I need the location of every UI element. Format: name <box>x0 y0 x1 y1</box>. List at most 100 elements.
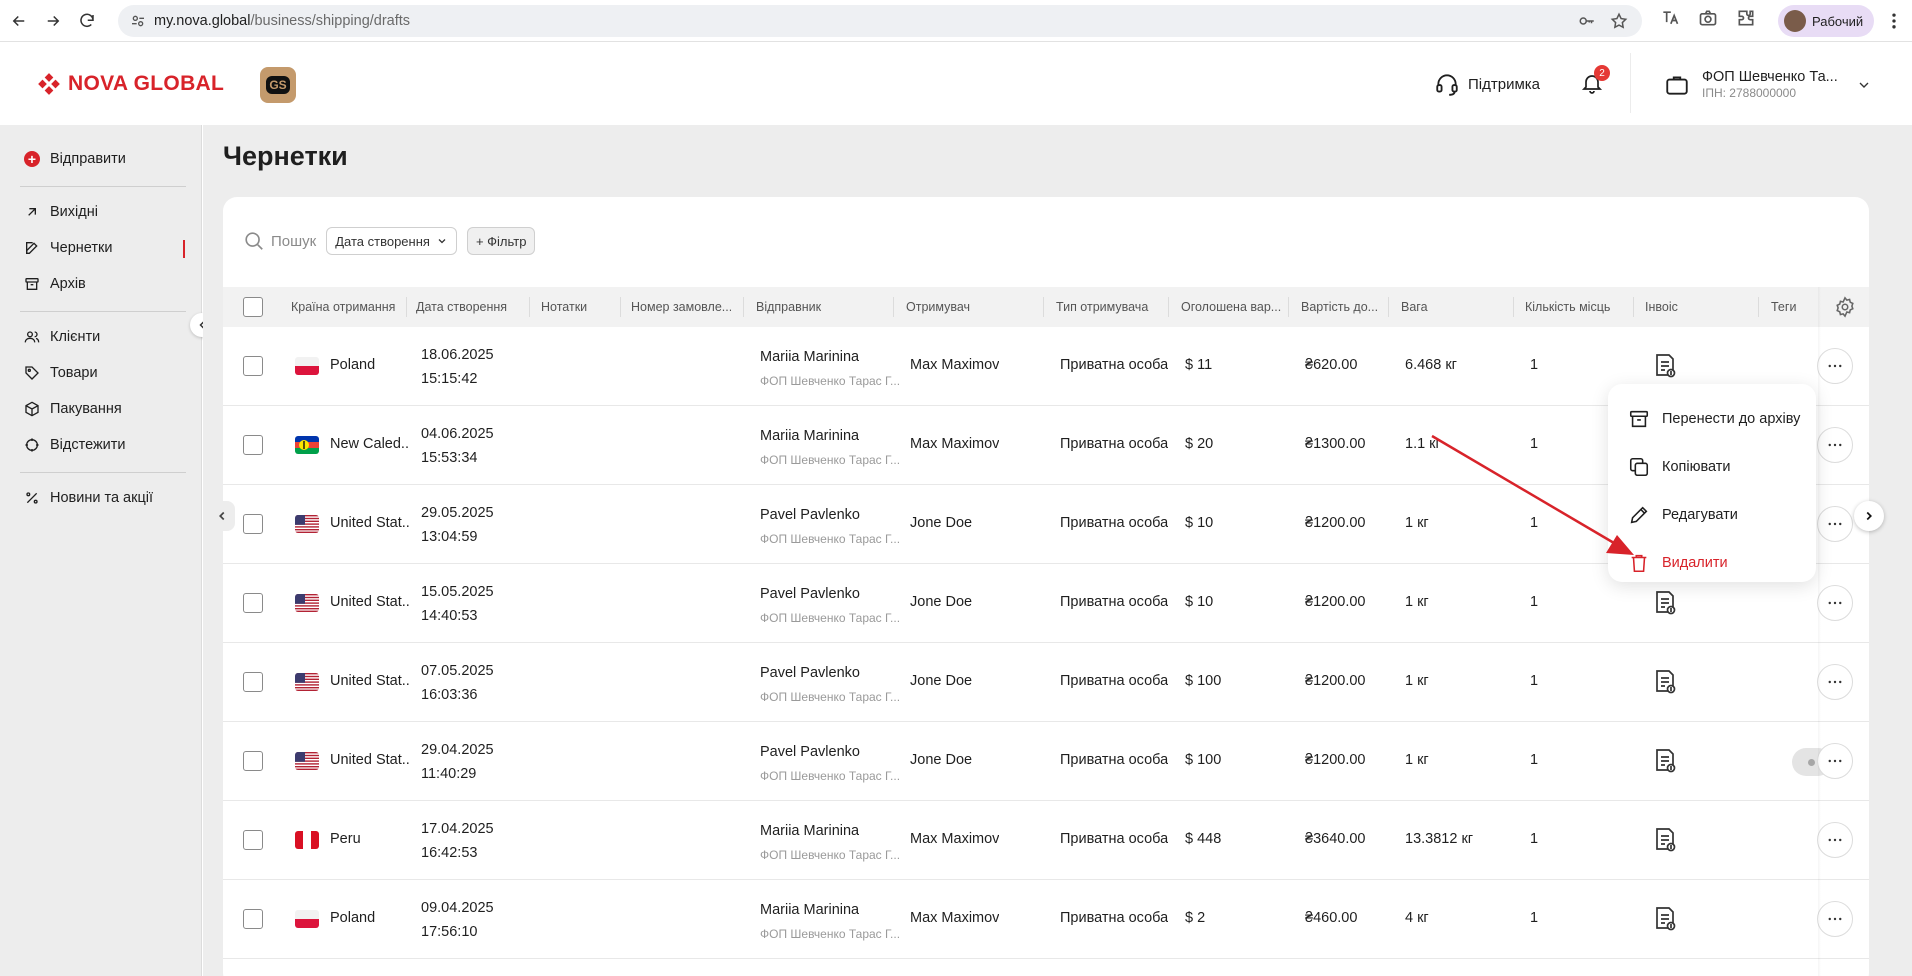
drafts-card: Пошук Дата створення + Фільтр Країна отр… <box>223 197 1869 976</box>
edit-menu-item[interactable]: Редагувати <box>1628 504 1738 526</box>
row-checkbox[interactable] <box>243 435 263 455</box>
table-row[interactable]: United Stat... 29.04.2025 11:40:29 Pavel Pa… <box>223 722 1869 801</box>
row-checkbox[interactable] <box>243 909 263 929</box>
column-header[interactable]: Оголошена вар... <box>1181 287 1291 327</box>
translate-icon[interactable] <box>1660 8 1680 28</box>
sidebar-item-clients[interactable]: Клієнти <box>24 329 100 345</box>
column-header[interactable]: Тип отримувача <box>1056 287 1166 327</box>
chevron-down-icon <box>438 239 446 244</box>
sidebar-item-drafts[interactable]: Чернетки <box>24 240 112 256</box>
row-more-button[interactable] <box>1817 427 1853 463</box>
row-checkbox[interactable] <box>243 751 263 771</box>
invoice-icon[interactable] <box>1654 906 1676 932</box>
cell-declared-value: $ 10 <box>1185 515 1214 531</box>
row-checkbox[interactable] <box>243 830 263 850</box>
key-icon[interactable] <box>1578 12 1596 30</box>
company-badge[interactable]: GS <box>260 67 296 103</box>
row-more-button[interactable] <box>1817 585 1853 621</box>
column-header[interactable]: Інвоіс <box>1645 287 1705 327</box>
browser-menu-icon[interactable] <box>1884 10 1904 32</box>
page-title: Чернетки <box>223 141 348 171</box>
delete-menu-item[interactable]: Видалити <box>1628 552 1728 574</box>
column-header[interactable]: Отримувач <box>906 287 1006 327</box>
invoice-icon[interactable] <box>1654 669 1676 695</box>
row-more-button[interactable] <box>1817 901 1853 937</box>
column-header[interactable]: Нотатки <box>541 287 611 327</box>
forward-icon[interactable] <box>38 6 68 36</box>
column-header[interactable]: Вага <box>1401 287 1481 327</box>
scroll-right-button[interactable] <box>1854 501 1884 531</box>
row-more-button[interactable] <box>1817 743 1853 779</box>
sidebar-item-goods[interactable]: Товари <box>24 365 98 381</box>
cell-sender: Mariia Marinina <box>760 823 860 839</box>
row-checkbox[interactable] <box>243 672 263 692</box>
headset-icon <box>1436 74 1458 96</box>
reload-icon[interactable] <box>72 6 102 36</box>
table-row[interactable]: Poland 09.04.2025 17:56:10 Mariia Marinina Ф… <box>223 880 1869 959</box>
invoice-icon[interactable] <box>1654 353 1676 379</box>
cell-weight: 1 кг <box>1405 673 1429 689</box>
add-filter-button[interactable]: + Фільтр <box>466 227 536 255</box>
column-header[interactable]: Вартість до... <box>1301 287 1381 327</box>
extensions-icon[interactable] <box>1736 8 1756 28</box>
logo-text: NOVA GLOBAL <box>68 72 225 95</box>
search-input[interactable]: Пошук <box>243 230 316 252</box>
date-filter-dropdown[interactable]: Дата створення <box>326 227 457 255</box>
column-header[interactable]: Дата створення <box>416 287 526 327</box>
invoice-icon[interactable] <box>1654 827 1676 853</box>
sidebar-item-archive[interactable]: Архів <box>24 276 86 292</box>
sidebar-item-send[interactable]: + Відправити <box>24 151 126 167</box>
clients-icon <box>24 331 40 343</box>
camera-icon[interactable] <box>1698 8 1718 28</box>
table-row[interactable]: United Stat... 07.05.2025 16:03:36 Pavel Pa… <box>223 643 1869 722</box>
column-header[interactable]: Теги <box>1771 287 1811 327</box>
row-more-button[interactable] <box>1817 822 1853 858</box>
row-checkbox[interactable] <box>243 593 263 613</box>
site-settings-icon[interactable] <box>130 13 146 29</box>
cell-weight: 4 кг <box>1405 910 1429 926</box>
cell-places: 1 <box>1530 436 1539 452</box>
invoice-icon[interactable] <box>1654 748 1676 774</box>
row-checkbox[interactable] <box>243 514 263 534</box>
table-row[interactable]: Peru 17.04.2025 16:42:53 Mariia Marinina ФОП… <box>223 801 1869 880</box>
invoice-icon[interactable] <box>1654 590 1676 616</box>
more-dots-icon <box>1826 594 1844 612</box>
column-header[interactable]: Відправник <box>756 287 866 327</box>
star-icon[interactable] <box>1610 12 1628 30</box>
cell-country: New Caled... <box>330 436 410 452</box>
account-name: ФОП Шевченко Та... <box>1702 69 1838 85</box>
sidebar-item-packaging[interactable]: Пакування <box>24 401 122 417</box>
row-more-button[interactable] <box>1817 506 1853 542</box>
sidebar-item-label: Товари <box>50 365 98 381</box>
cell-places: 1 <box>1530 673 1539 689</box>
sidebar-item-outgoing[interactable]: Вихідні <box>24 204 98 220</box>
sidebar-item-news[interactable]: Новини та акції <box>24 490 153 506</box>
copy-menu-item[interactable]: Копіювати <box>1628 456 1731 478</box>
account-switcher[interactable]: ФОП Шевченко Та... ІПН: 2788000000 <box>1664 69 1872 100</box>
support-button[interactable]: Підтримка <box>1434 71 1540 97</box>
column-header[interactable]: Номер замовле... <box>631 287 731 327</box>
copy-icon <box>1629 457 1649 477</box>
select-all-checkbox[interactable] <box>243 297 263 317</box>
move-to-archive-menu-item[interactable]: Перенести до архіву <box>1628 408 1800 430</box>
cell-weight: 1 кг <box>1405 594 1429 610</box>
scroll-left-button[interactable] <box>209 501 235 531</box>
row-more-button[interactable] <box>1817 348 1853 384</box>
browser-profile-button[interactable]: Рабочий <box>1778 5 1874 37</box>
notifications-button[interactable]: 2 <box>1580 65 1610 99</box>
column-header[interactable]: Країна отримання <box>291 287 401 327</box>
row-checkbox[interactable] <box>243 356 263 376</box>
sidebar-item-label: Відправити <box>50 151 126 167</box>
plus-icon: + <box>24 151 40 167</box>
archive-icon <box>25 278 39 290</box>
back-icon[interactable] <box>4 6 34 36</box>
nova-global-logo[interactable]: NOVA GLOBAL <box>36 71 224 97</box>
row-more-button[interactable] <box>1817 664 1853 700</box>
address-bar[interactable]: my.nova.global/business/shipping/drafts <box>118 5 1642 37</box>
gear-icon[interactable] <box>1834 296 1856 318</box>
sidebar-item-track[interactable]: Відстежити <box>24 437 126 453</box>
cell-date: 09.04.2025 <box>421 900 494 916</box>
column-header[interactable]: Кількість місць <box>1525 287 1635 327</box>
cell-date: 29.04.2025 <box>421 742 494 758</box>
sticky-column-shadow <box>1818 287 1821 976</box>
